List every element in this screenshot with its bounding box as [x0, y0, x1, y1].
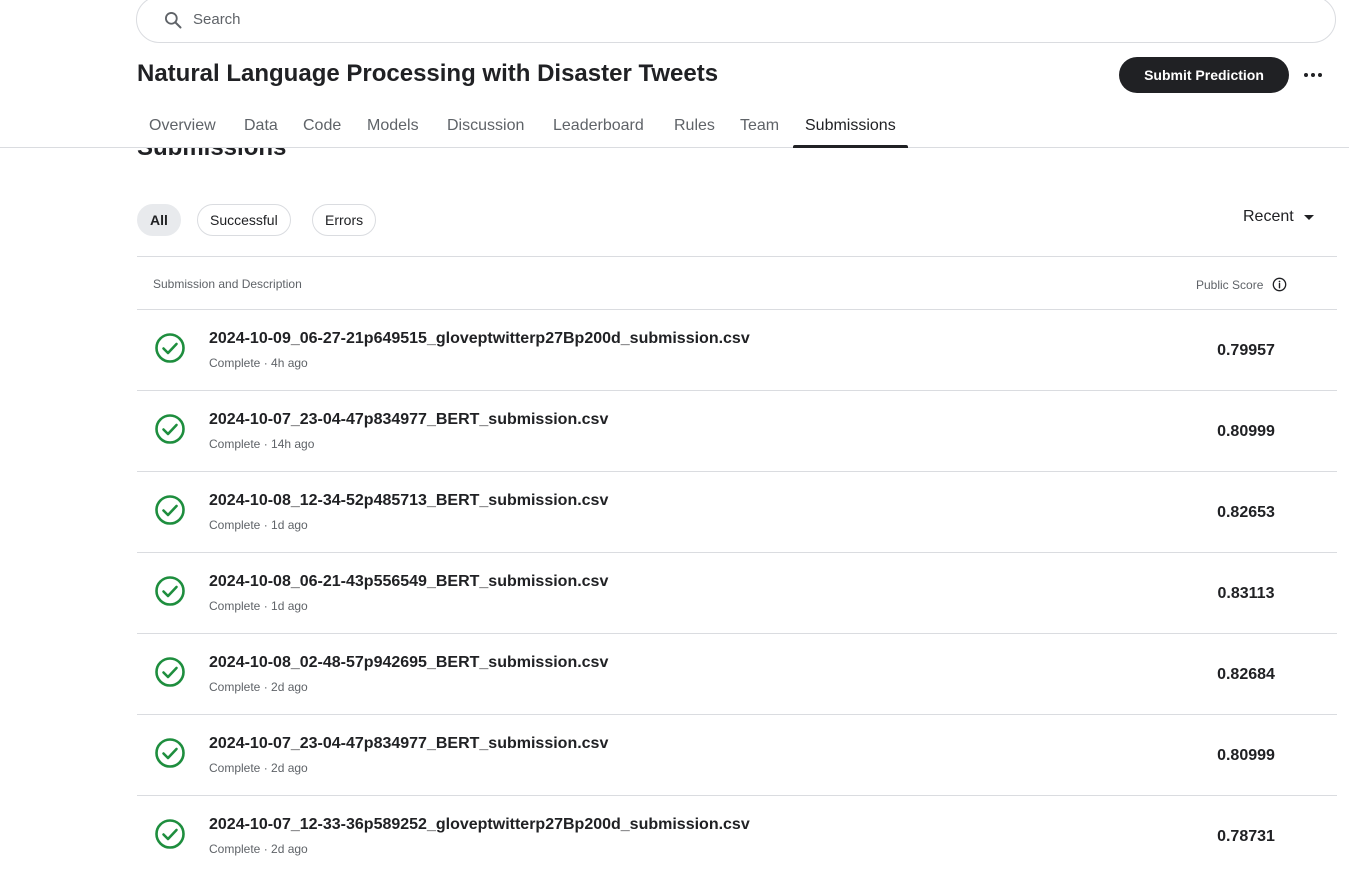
check-circle-icon	[155, 495, 185, 525]
tab-discussion[interactable]: Discussion	[435, 105, 536, 147]
tab-submissions[interactable]: Submissions	[793, 105, 908, 148]
submission-status: Complete · 1d ago	[209, 518, 308, 532]
search-icon	[165, 11, 182, 28]
public-score: 0.80999	[1217, 423, 1275, 440]
column-header-score-label: Public Score	[1196, 277, 1264, 292]
filter-all-chip[interactable]: All	[137, 204, 181, 236]
page-title: Natural Language Processing with Disaste…	[137, 60, 719, 87]
tab-data[interactable]: Data	[232, 105, 290, 147]
table-row[interactable]: 2024-10-07_12-33-36p589252_gloveptwitter…	[137, 796, 1337, 870]
submission-status: Complete · 2d ago	[209, 680, 308, 694]
table-row[interactable]: 2024-10-08_12-34-52p485713_BERT_submissi…	[137, 472, 1337, 553]
submission-filename[interactable]: 2024-10-07_23-04-47p834977_BERT_submissi…	[209, 411, 608, 429]
caret-down-icon	[1303, 214, 1314, 220]
submission-filename[interactable]: 2024-10-08_12-34-52p485713_BERT_submissi…	[209, 492, 608, 510]
check-circle-icon	[155, 576, 185, 606]
check-circle-icon	[155, 333, 185, 363]
submission-filename[interactable]: 2024-10-08_02-48-57p942695_BERT_submissi…	[209, 654, 608, 672]
check-circle-icon	[155, 414, 185, 444]
submit-prediction-button[interactable]: Submit Prediction	[1119, 57, 1289, 93]
search-input[interactable]	[193, 11, 1093, 28]
table-row[interactable]: 2024-10-07_23-04-47p834977_BERT_submissi…	[137, 715, 1337, 796]
check-circle-icon	[155, 657, 185, 687]
more-dot-icon	[1304, 73, 1308, 77]
table-row[interactable]: 2024-10-08_02-48-57p942695_BERT_submissi…	[137, 634, 1337, 715]
submission-filename[interactable]: 2024-10-07_12-33-36p589252_gloveptwitter…	[209, 816, 750, 834]
public-score: 0.80999	[1217, 747, 1275, 764]
more-options-button[interactable]	[1298, 60, 1328, 90]
sort-dropdown[interactable]: Recent	[1243, 208, 1314, 226]
submission-status: Complete · 1d ago	[209, 599, 308, 613]
search-bar[interactable]	[136, 0, 1336, 43]
public-score: 0.78731	[1217, 828, 1275, 845]
more-dot-icon	[1318, 73, 1322, 77]
info-icon[interactable]	[1272, 277, 1287, 292]
tab-leaderboard[interactable]: Leaderboard	[541, 105, 656, 147]
more-dot-icon	[1311, 73, 1315, 77]
tab-bar: Overview Data Code Models Discussion Lea…	[0, 105, 1349, 148]
table-header: Submission and Description Public Score	[137, 256, 1337, 310]
tab-models[interactable]: Models	[355, 105, 431, 147]
submission-filename[interactable]: 2024-10-08_06-21-43p556549_BERT_submissi…	[209, 573, 608, 591]
tab-overview[interactable]: Overview	[137, 105, 228, 147]
filter-errors-chip[interactable]: Errors	[312, 204, 377, 236]
tab-rules[interactable]: Rules	[662, 105, 727, 147]
column-header-description: Submission and Description	[153, 277, 302, 291]
submission-filename[interactable]: 2024-10-07_23-04-47p834977_BERT_submissi…	[209, 735, 608, 753]
public-score: 0.82684	[1217, 666, 1275, 683]
public-score: 0.79957	[1217, 342, 1275, 359]
submission-filename[interactable]: 2024-10-09_06-27-21p649515_gloveptwitter…	[209, 330, 750, 348]
table-row[interactable]: 2024-10-08_06-21-43p556549_BERT_submissi…	[137, 553, 1337, 634]
sort-label: Recent	[1243, 208, 1294, 225]
check-circle-icon	[155, 738, 185, 768]
table-row[interactable]: 2024-10-07_23-04-47p834977_BERT_submissi…	[137, 391, 1337, 472]
submission-status: Complete · 2d ago	[209, 761, 308, 775]
table-row[interactable]: 2024-10-09_06-27-21p649515_gloveptwitter…	[137, 310, 1337, 391]
column-header-score: Public Score	[1196, 277, 1287, 292]
tab-code[interactable]: Code	[291, 105, 353, 147]
public-score: 0.82653	[1217, 504, 1275, 521]
tab-team[interactable]: Team	[728, 105, 791, 147]
public-score: 0.83113	[1217, 585, 1275, 602]
submission-status: Complete · 4h ago	[209, 356, 308, 370]
filter-successful-chip[interactable]: Successful	[197, 204, 291, 236]
submissions-table: Submission and Description Public Score …	[137, 256, 1337, 870]
check-circle-icon	[155, 819, 185, 849]
submission-status: Complete · 14h ago	[209, 437, 315, 451]
submission-status: Complete · 2d ago	[209, 842, 308, 856]
